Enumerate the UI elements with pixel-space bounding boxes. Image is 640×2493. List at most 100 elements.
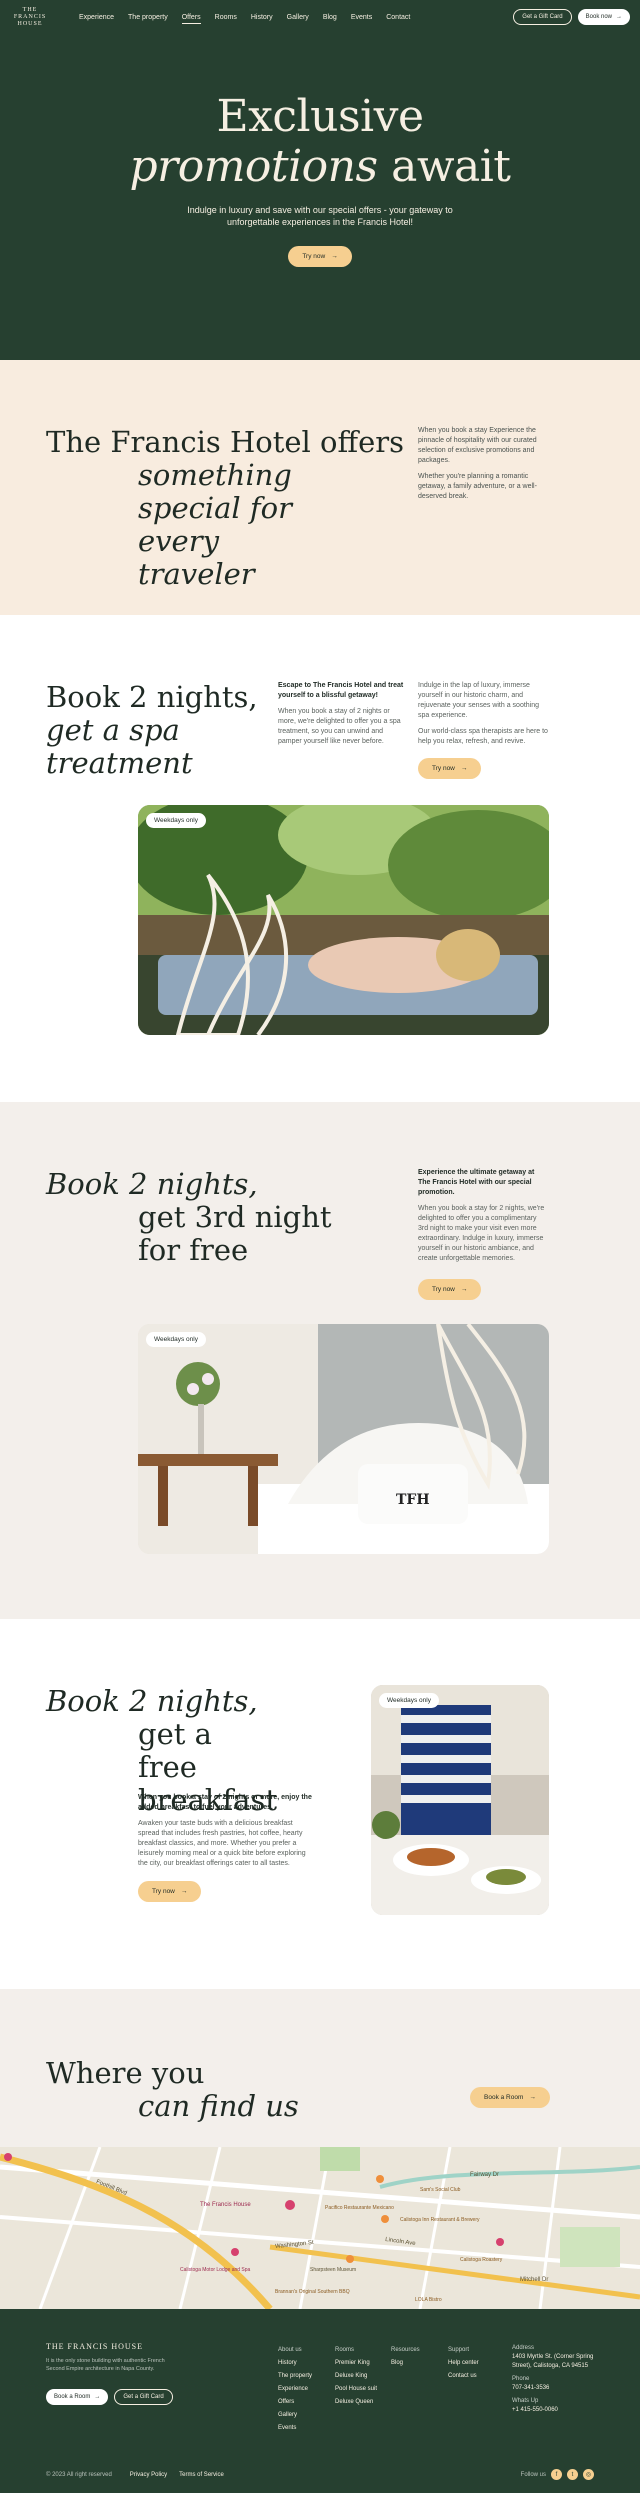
nav-events[interactable]: Events xyxy=(344,14,379,21)
terms-link[interactable]: Terms of Service xyxy=(179,2472,224,2478)
spa-photo: Weekdays only xyxy=(138,805,549,1035)
map-label-lola: LOLA Bistro xyxy=(415,2297,442,2303)
third-night-title: Book 2 nights, get 3rd night for free xyxy=(46,1167,332,1267)
pillow-text: TFH xyxy=(396,1492,430,1508)
map-label-motor-lodge: Calistoga Motor Lodge and Spa xyxy=(180,2267,251,2273)
find-us-section: Where you can find us Book a Room → xyxy=(0,1989,640,2147)
map-label-francis-house: The Francis House xyxy=(200,2202,251,2208)
hero-try-now-button[interactable]: Try now → xyxy=(288,246,352,267)
nav-contact[interactable]: Contact xyxy=(379,14,417,21)
footer-tagline: It is the only stone building with authe… xyxy=(46,2358,165,2372)
footer-link[interactable]: Events xyxy=(278,2422,312,2435)
arrow-right-icon: → xyxy=(529,2094,536,2101)
hero-title: Exclusive promotions await xyxy=(129,91,511,192)
spa-massage-image xyxy=(138,805,549,1035)
book-now-button[interactable]: Book now → xyxy=(577,9,630,25)
footer-link[interactable]: Gallery xyxy=(278,2409,312,2422)
arrow-right-icon: → xyxy=(616,14,622,20)
privacy-link[interactable]: Privacy Policy xyxy=(130,2472,167,2478)
breakfast-try-now-button[interactable]: Try now → xyxy=(138,1881,202,1902)
spa-text-left: Escape to The Francis Hotel and treat yo… xyxy=(278,682,404,745)
map-label-calistoga-inn: Calistoga Inn Restaurant & Brewery xyxy=(400,2217,480,2223)
map-label-sams: Sam's Social Club xyxy=(420,2187,461,2193)
footer-gift-card-button[interactable]: Get a Gift Card xyxy=(114,2389,173,2405)
map-canvas xyxy=(0,2147,640,2309)
nav-links: Experience The property Offers Rooms His… xyxy=(72,14,417,24)
logo[interactable]: THE FRANCIS HOUSE xyxy=(10,7,50,28)
book-room-button[interactable]: Book a Room → xyxy=(470,2087,550,2108)
nav-gallery[interactable]: Gallery xyxy=(280,14,316,21)
spa-offer-section: Book 2 nights, get a spa treatment Escap… xyxy=(0,615,640,1102)
find-us-title: Where you can find us xyxy=(46,2056,299,2123)
arrow-right-icon: → xyxy=(180,1888,188,1895)
breakfast-text: When you book a stay of 2 nights or more… xyxy=(138,1794,312,1867)
footer-link[interactable]: The property xyxy=(278,2370,312,2383)
instagram-icon[interactable]: ◎ xyxy=(583,2469,594,2480)
footer-book-room-button[interactable]: Book a Room → xyxy=(46,2389,109,2405)
third-night-text: Experience the ultimate getaway at The F… xyxy=(418,1169,545,1262)
footer-whatsapp[interactable]: +1 415-550-0060 xyxy=(512,2406,597,2415)
copyright: © 2023 All right reserved xyxy=(46,2471,112,2478)
map-label-mitchell: Mitchell Dr xyxy=(520,2277,549,2283)
arrow-right-icon: → xyxy=(331,253,338,260)
weekdays-badge: Weekdays only xyxy=(146,813,206,828)
third-night-section: Book 2 nights, get 3rd night for free Ex… xyxy=(0,1102,640,1619)
gift-card-button[interactable]: Get a Gift Card xyxy=(513,9,572,25)
footer-link[interactable]: Deluxe King xyxy=(335,2370,377,2383)
facebook-icon[interactable]: f xyxy=(551,2469,562,2480)
map-label-pacifico: Pacifico Restaurante Mexicano xyxy=(325,2205,394,2211)
arrow-right-icon: → xyxy=(94,2394,101,2400)
map[interactable]: Foothill Blvd The Francis House Pacifico… xyxy=(0,2147,640,2309)
footer-logo[interactable]: THE FRANCIS HOUSE xyxy=(46,2342,143,2351)
nav-blog[interactable]: Blog xyxy=(316,14,344,21)
map-label-brannans: Brannan's Original Southern BBQ xyxy=(275,2289,350,2295)
top-nav: THE FRANCIS HOUSE Experience The propert… xyxy=(0,0,640,34)
spa-try-now-button[interactable]: Try now → xyxy=(418,758,482,779)
map-label-sharpsteen: Sharpsteen Museum xyxy=(310,2267,357,2273)
hero-subtitle: Indulge in luxury and save with our spec… xyxy=(187,205,453,227)
footer: THE FRANCIS HOUSE It is the only stone b… xyxy=(0,2309,640,2493)
twitter-icon[interactable]: t xyxy=(567,2469,578,2480)
footer-col-rooms: Rooms Premier King Deluxe King Pool Hous… xyxy=(335,2344,377,2409)
footer-link[interactable]: Deluxe Queen xyxy=(335,2396,377,2409)
arrow-right-icon: → xyxy=(460,1286,468,1293)
nav-rooms[interactable]: Rooms xyxy=(208,14,244,21)
nav-experience[interactable]: Experience xyxy=(72,14,121,21)
footer-link[interactable]: Experience xyxy=(278,2383,312,2396)
footer-link[interactable]: History xyxy=(278,2357,312,2370)
footer-col-resources: Resources Blog xyxy=(391,2344,420,2370)
footer-bottom: © 2023 All right reserved Privacy Policy… xyxy=(46,2469,594,2480)
follow-us-label: Follow us xyxy=(520,2471,546,2478)
footer-col-about: About us History The property Experience… xyxy=(278,2344,312,2435)
third-night-photo: TFH Weekdays only xyxy=(138,1324,549,1554)
map-label-roastery: Calistoga Roastery xyxy=(460,2257,503,2263)
bedroom-image: TFH xyxy=(138,1324,549,1554)
footer-link[interactable]: Pool House suit xyxy=(335,2383,377,2396)
intro-text: When you book a stay Experience the pinn… xyxy=(418,427,537,500)
intro-title: The Francis Hotel offers something speci… xyxy=(46,425,404,591)
nav-property[interactable]: The property xyxy=(121,14,175,21)
breakfast-section: Book 2 nights, get a free breakfast When… xyxy=(0,1619,640,1989)
nav-offers[interactable]: Offers xyxy=(175,14,208,24)
footer-address: 1403 Myrtle St. (Corner Spring Street), … xyxy=(512,2354,594,2369)
footer-link[interactable]: Help center xyxy=(448,2357,479,2370)
intro-section: The Francis Hotel offers something speci… xyxy=(0,360,640,615)
footer-col-support: Support Help center Contact us xyxy=(448,2344,479,2383)
footer-link[interactable]: Premier King xyxy=(335,2357,377,2370)
map-label-fairway: Fairway Dr xyxy=(470,2172,500,2178)
third-night-try-now-button[interactable]: Try now → xyxy=(418,1279,482,1300)
hero-section: THE FRANCIS HOUSE Experience The propert… xyxy=(0,0,640,360)
nav-history[interactable]: History xyxy=(244,14,280,21)
spa-title: Book 2 nights, get a spa treatment xyxy=(46,680,258,780)
arrow-right-icon: → xyxy=(460,765,468,772)
footer-link[interactable]: Contact us xyxy=(448,2370,479,2383)
breakfast-image xyxy=(371,1685,549,1915)
weekdays-badge: Weekdays only xyxy=(379,1693,439,1708)
breakfast-photo: Weekdays only xyxy=(371,1685,549,1915)
spa-text-right: Indulge in the lap of luxury, immerse yo… xyxy=(418,682,548,745)
footer-phone[interactable]: 707-341-3536 xyxy=(512,2384,597,2393)
footer-col-contact: Address 1403 Myrtle St. (Corner Spring S… xyxy=(512,2344,597,2415)
footer-link[interactable]: Blog xyxy=(391,2357,420,2370)
footer-link[interactable]: Offers xyxy=(278,2396,312,2409)
weekdays-badge: Weekdays only xyxy=(146,1332,206,1347)
